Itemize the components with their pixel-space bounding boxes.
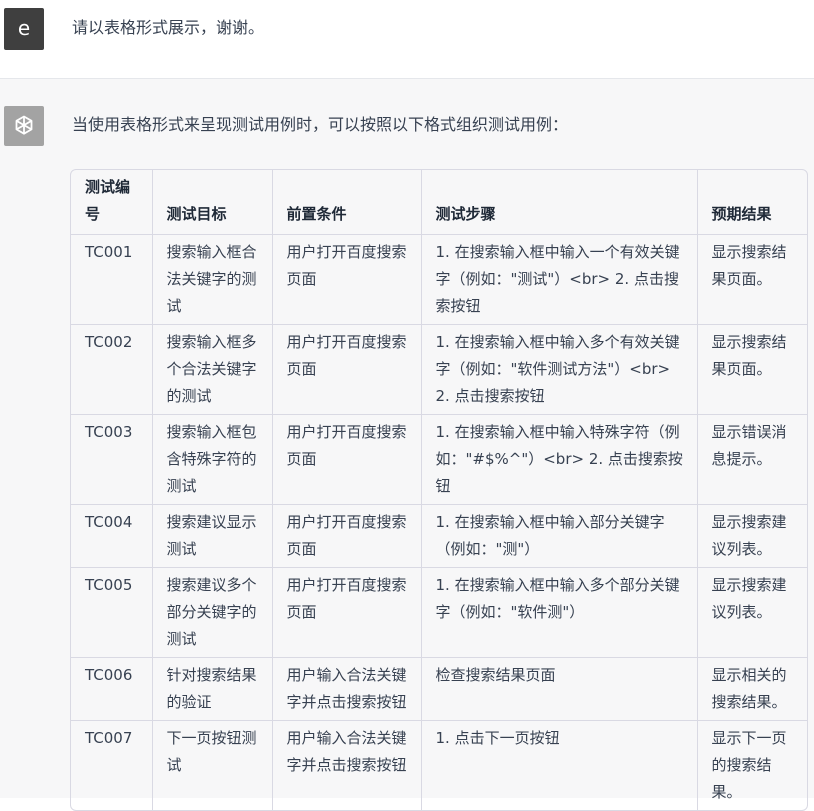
- user-message-row: e 请以表格形式展示，谢谢。: [0, 0, 814, 79]
- cell-test-goal: 搜索输入框多个合法关键字的测试: [151, 324, 272, 415]
- cell-precondition: 用户输入合法关键字并点击搜索按钮: [271, 720, 421, 810]
- cell-test-steps: 1. 点击下一页按钮: [420, 720, 697, 810]
- table-row: TC005 搜索建议多个部分关键字的测试 用户打开百度搜索页面 1. 在搜索输入…: [71, 567, 807, 658]
- cell-test-steps: 1. 在搜索输入框中输入部分关键字（例如："测"）: [420, 504, 697, 568]
- header-test-steps: 测试步骤: [420, 170, 697, 235]
- cell-expected-result: 显示相关的搜索结果。: [696, 657, 807, 721]
- cell-test-goal: 搜索输入框合法关键字的测试: [151, 234, 272, 325]
- user-avatar: e: [4, 8, 44, 50]
- table-row: TC004 搜索建议显示测试 用户打开百度搜索页面 1. 在搜索输入框中输入部分…: [71, 504, 807, 568]
- cell-test-steps: 1. 在搜索输入框中输入一个有效关键字（例如："测试"）<br> 2. 点击搜索…: [420, 234, 697, 325]
- cell-precondition: 用户打开百度搜索页面: [271, 504, 421, 568]
- cell-test-goal: 搜索建议多个部分关键字的测试: [151, 567, 272, 658]
- assistant-message-row: 当使用表格形式来呈现测试用例时，可以按照以下格式组织测试用例： 测试编号 测试目…: [0, 79, 814, 811]
- cell-precondition: 用户输入合法关键字并点击搜索按钮: [271, 657, 421, 721]
- cell-precondition: 用户打开百度搜索页面: [271, 414, 421, 505]
- cell-precondition: 用户打开百度搜索页面: [271, 234, 421, 325]
- table-row: TC003 搜索输入框包含特殊字符的测试 用户打开百度搜索页面 1. 在搜索输入…: [71, 414, 807, 505]
- table-row: TC001 搜索输入框合法关键字的测试 用户打开百度搜索页面 1. 在搜索输入框…: [71, 234, 807, 325]
- header-test-goal: 测试目标: [151, 170, 272, 235]
- cell-test-steps: 1. 在搜索输入框中输入特殊字符（例如："#$%^"）<br> 2. 点击搜索按…: [420, 414, 697, 505]
- cell-expected-result: 显示搜索建议列表。: [696, 567, 807, 658]
- cell-test-id: TC006: [71, 657, 152, 721]
- openai-logo-icon: [15, 115, 33, 135]
- cell-test-id: TC003: [71, 414, 152, 505]
- header-precondition: 前置条件: [271, 170, 421, 235]
- openai-logo-icon: [4, 106, 44, 146]
- cell-test-goal: 搜索输入框包含特殊字符的测试: [151, 414, 272, 505]
- cell-test-id: TC002: [71, 324, 152, 415]
- cell-test-goal: 下一页按钮测试: [151, 720, 272, 810]
- cell-test-id: TC007: [71, 720, 152, 810]
- cell-test-id: TC004: [71, 504, 152, 568]
- cell-test-steps: 1. 在搜索输入框中输入多个有效关键字（例如："软件测试方法"）<br> 2. …: [420, 324, 697, 415]
- cell-precondition: 用户打开百度搜索页面: [271, 567, 421, 658]
- cell-expected-result: 显示错误消息提示。: [696, 414, 807, 505]
- user-message-text: 请以表格形式展示，谢谢。: [72, 18, 265, 37]
- table-row: TC006 针对搜索结果的验证 用户输入合法关键字并点击搜索按钮 检查搜索结果页…: [71, 657, 807, 721]
- cell-test-steps: 检查搜索结果页面: [420, 657, 697, 721]
- cell-test-goal: 针对搜索结果的验证: [151, 657, 272, 721]
- cell-test-id: TC005: [71, 567, 152, 658]
- cell-expected-result: 显示搜索结果页面。: [696, 234, 807, 325]
- cell-test-id: TC001: [71, 234, 152, 325]
- cell-precondition: 用户打开百度搜索页面: [271, 324, 421, 415]
- cell-test-steps: 1. 在搜索输入框中输入多个部分关键字（例如："软件测"）: [420, 567, 697, 658]
- header-test-id: 测试编号: [85, 178, 131, 223]
- assistant-intro-text: 当使用表格形式来呈现测试用例时，可以按照以下格式组织测试用例：: [72, 115, 569, 134]
- table-row: TC007 下一页按钮测试 用户输入合法关键字并点击搜索按钮 1. 点击下一页按…: [71, 720, 807, 810]
- header-expected-result: 预期结果: [696, 170, 807, 235]
- cell-expected-result: 显示搜索结果页面。: [696, 324, 807, 415]
- table-header-row: 测试编号 测试目标 前置条件 测试步骤 预期结果: [71, 170, 807, 235]
- cell-expected-result: 显示搜索建议列表。: [696, 504, 807, 568]
- table-row: TC002 搜索输入框多个合法关键字的测试 用户打开百度搜索页面 1. 在搜索输…: [71, 324, 807, 415]
- test-case-table: 测试编号 测试目标 前置条件 测试步骤 预期结果 TC001 搜索输入框合法关键…: [70, 169, 808, 811]
- cell-test-goal: 搜索建议显示测试: [151, 504, 272, 568]
- cell-expected-result: 显示下一页的搜索结果。: [696, 720, 807, 810]
